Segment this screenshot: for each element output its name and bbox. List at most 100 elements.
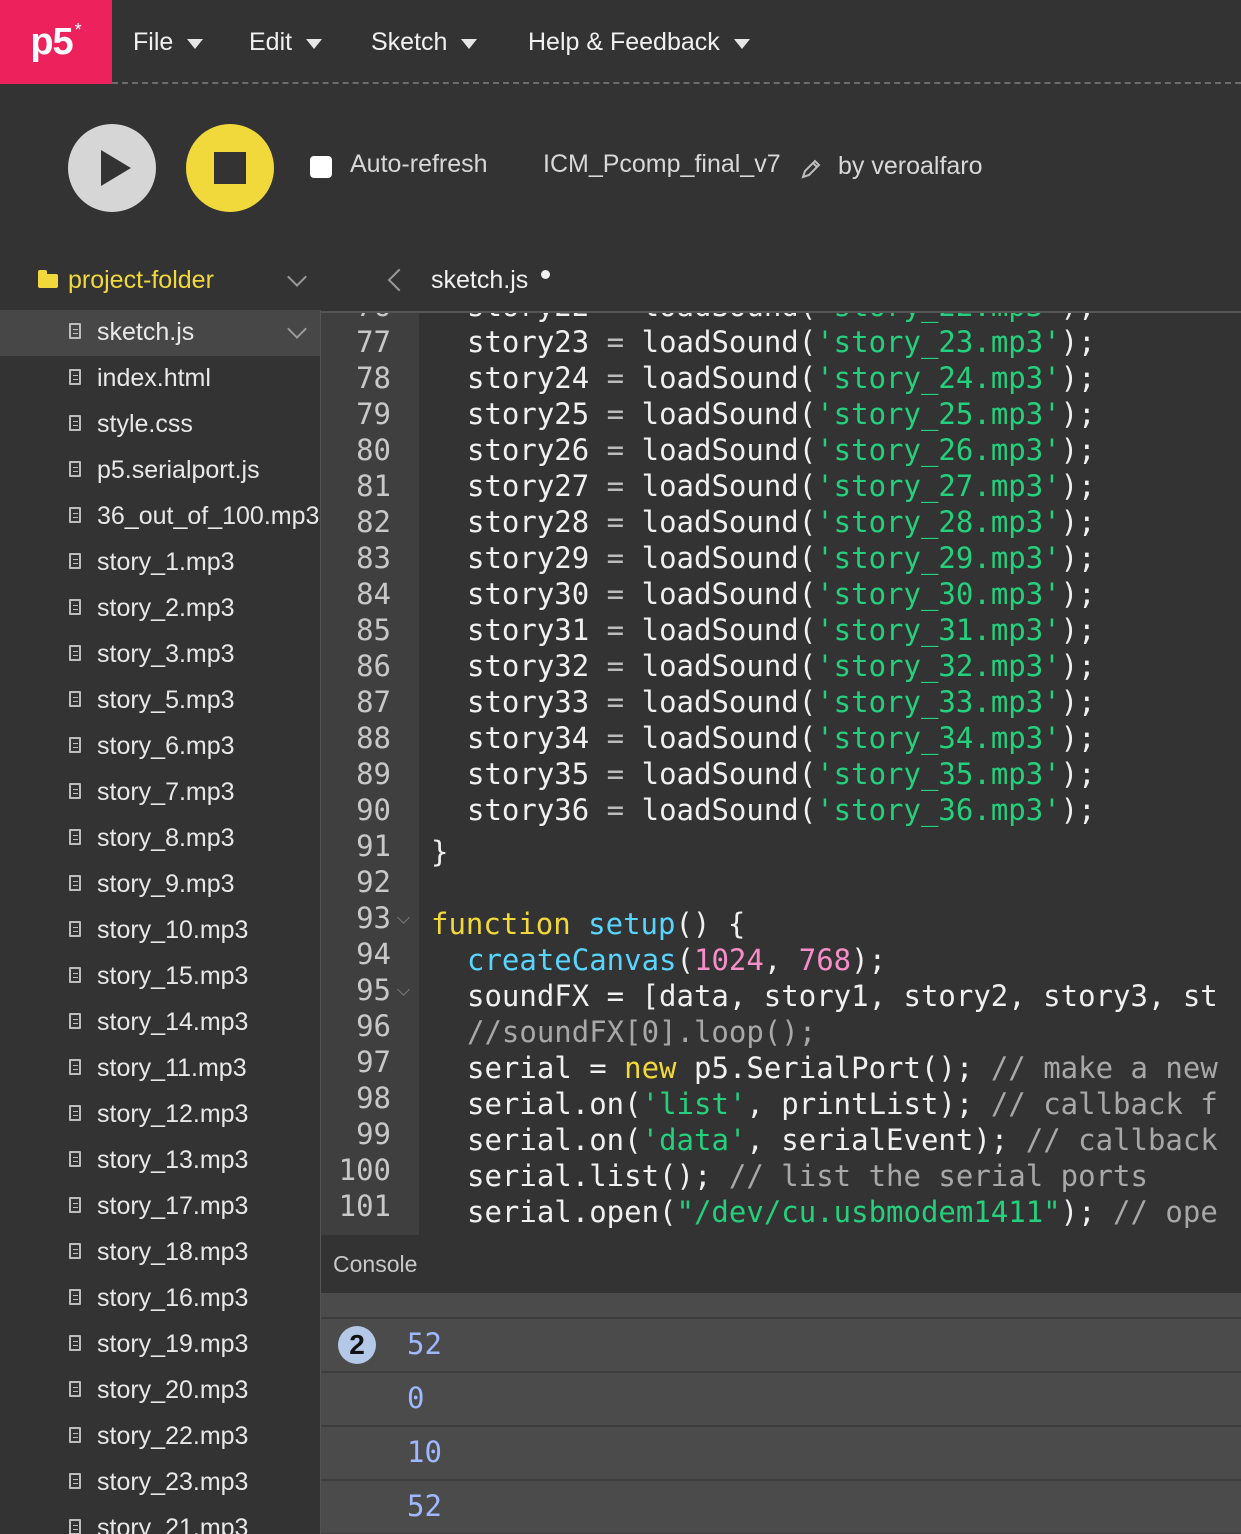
sidebar-file-item[interactable]: style.css <box>0 402 320 448</box>
code-string: 'data' <box>641 1123 747 1157</box>
code-text: story22 <box>467 313 589 323</box>
code-string: 'story_25.mp3' <box>816 397 1061 431</box>
code-line: story26 = loadSound('story_26.mp3'); <box>467 433 1096 467</box>
sidebar-file-item[interactable]: story_22.mp3 <box>0 1414 320 1460</box>
project-folder-label: project-folder <box>68 266 214 294</box>
chevron-down-icon[interactable] <box>287 267 307 287</box>
tab-sketch-js[interactable]: sketch.js <box>431 266 528 295</box>
stop-button[interactable] <box>186 124 274 212</box>
code-text: serial.list(); <box>467 1159 729 1193</box>
line-number: 91 <box>356 829 391 863</box>
sidebar-file-item[interactable]: story_2.mp3 <box>0 586 320 632</box>
code-editor[interactable]: 76 77787980818283848586878889909192939495… <box>321 311 1241 1237</box>
sidebar-file-item[interactable]: story_21.mp3 <box>0 1506 320 1534</box>
sketch-name[interactable]: ICM_Pcomp_final_v7 <box>543 150 781 179</box>
sidebar-file-label: story_9.mp3 <box>97 870 235 898</box>
sidebar-file-label: story_7.mp3 <box>97 778 235 806</box>
code-line: serial.open("/dev/cu.usbmodem1411"); // … <box>467 1195 1218 1229</box>
code-line: createCanvas(1024, 768); <box>467 943 886 977</box>
sidebar-file-label: story_16.mp3 <box>97 1284 249 1312</box>
line-number: 79 <box>356 397 391 431</box>
repeat-count-badge: 2 <box>338 1326 376 1364</box>
sidebar-file-item[interactable]: story_12.mp3 <box>0 1092 320 1138</box>
sidebar-file-item[interactable]: story_15.mp3 <box>0 954 320 1000</box>
auto-refresh-checkbox[interactable] <box>310 156 332 178</box>
pencil-icon[interactable] <box>800 158 822 180</box>
code-text: , serialEvent); <box>746 1123 1026 1157</box>
code-string: 'story_32.mp3' <box>816 649 1061 683</box>
sidebar-file-item[interactable]: story_23.mp3 <box>0 1460 320 1506</box>
code-operator: = <box>589 433 642 467</box>
code-operator: = <box>589 505 642 539</box>
sidebar-file-item[interactable]: story_14.mp3 <box>0 1000 320 1046</box>
console-row: 52 <box>321 1481 1241 1534</box>
line-number: 85 <box>356 613 391 647</box>
code-string: "/dev/cu.usbmodem1411" <box>676 1195 1061 1229</box>
author-label: by veroalfaro <box>838 152 983 180</box>
line-number: 87 <box>356 685 391 719</box>
play-button[interactable] <box>68 124 156 212</box>
code-text: ); <box>1060 721 1096 755</box>
p5-logo[interactable]: p5 * <box>0 0 112 84</box>
code-line: story27 = loadSound('story_27.mp3'); <box>467 469 1096 503</box>
code-line: story22 = loadSound('story_22.mp3'); <box>467 313 1096 323</box>
menu-edit[interactable]: Edit <box>249 0 323 84</box>
sidebar-file-item[interactable]: p5.serialport.js <box>0 448 320 494</box>
code-operator: = <box>589 361 642 395</box>
sidebar-file-item[interactable]: story_13.mp3 <box>0 1138 320 1184</box>
menu-file-label: File <box>133 27 174 56</box>
menu-file[interactable]: File <box>133 0 204 84</box>
code-operator: = <box>589 757 642 791</box>
menu-sketch[interactable]: Sketch <box>371 0 478 84</box>
sidebar-file-label: story_19.mp3 <box>97 1330 249 1358</box>
sidebar-file-item[interactable]: story_8.mp3 <box>0 816 320 862</box>
collapse-sidebar-icon[interactable] <box>387 268 411 292</box>
folder-icon <box>38 270 58 288</box>
line-number: 93 <box>356 901 391 935</box>
menu-divider <box>112 82 1241 84</box>
menu-help[interactable]: Help & Feedback <box>528 0 750 84</box>
code-operator: = <box>589 397 642 431</box>
sidebar-file-item[interactable]: index.html <box>0 356 320 402</box>
code-string: 'story_33.mp3' <box>816 685 1061 719</box>
file-icon <box>69 1381 81 1397</box>
sidebar-file-label: p5.serialport.js <box>97 456 260 484</box>
sidebar-file-item[interactable]: sketch.js <box>0 310 320 356</box>
file-icon <box>69 875 81 891</box>
sidebar-file-item[interactable]: story_3.mp3 <box>0 632 320 678</box>
file-icon <box>69 599 81 615</box>
file-icon <box>69 829 81 845</box>
sidebar-file-item[interactable]: story_6.mp3 <box>0 724 320 770</box>
sidebar-file-item[interactable]: story_5.mp3 <box>0 678 320 724</box>
code-string: 'story_36.mp3' <box>816 793 1061 827</box>
code-line: story31 = loadSound('story_31.mp3'); <box>467 613 1096 647</box>
code-text: serial.open( <box>467 1195 677 1229</box>
sidebar-file-item[interactable]: story_11.mp3 <box>0 1046 320 1092</box>
code-text: ); <box>1060 541 1096 575</box>
console-header[interactable]: Console <box>321 1235 1241 1293</box>
sidebar-file-item[interactable]: story_10.mp3 <box>0 908 320 954</box>
console-output[interactable]: 2 52 0 10 52 <box>321 1293 1241 1534</box>
sidebar-file-item[interactable]: story_16.mp3 <box>0 1276 320 1322</box>
code-operator: = <box>589 541 642 575</box>
file-icon <box>69 507 81 523</box>
sidebar-file-item[interactable]: story_19.mp3 <box>0 1322 320 1368</box>
line-number: 96 <box>356 1009 391 1043</box>
code-string: 'story_30.mp3' <box>816 577 1061 611</box>
line-number: 78 <box>356 361 391 395</box>
code-operator: = <box>589 325 642 359</box>
code-text: ); <box>1060 505 1096 539</box>
file-sidebar: project-folder sketch.js index.html style.… <box>0 252 320 1534</box>
sidebar-file-item[interactable]: 36_out_of_100.mp3 <box>0 494 320 540</box>
sidebar-file-item[interactable]: story_1.mp3 <box>0 540 320 586</box>
chevron-down-icon[interactable] <box>287 319 307 339</box>
code-line: story23 = loadSound('story_23.mp3'); <box>467 325 1096 359</box>
code-keyword: new <box>624 1051 677 1085</box>
sidebar-file-item[interactable]: story_7.mp3 <box>0 770 320 816</box>
sidebar-file-item[interactable]: story_20.mp3 <box>0 1368 320 1414</box>
sidebar-file-item[interactable]: story_9.mp3 <box>0 862 320 908</box>
sidebar-file-item[interactable]: story_18.mp3 <box>0 1230 320 1276</box>
project-folder-row[interactable]: project-folder <box>0 252 320 310</box>
sidebar-file-item[interactable]: story_17.mp3 <box>0 1184 320 1230</box>
code-text: story27 <box>467 469 590 503</box>
